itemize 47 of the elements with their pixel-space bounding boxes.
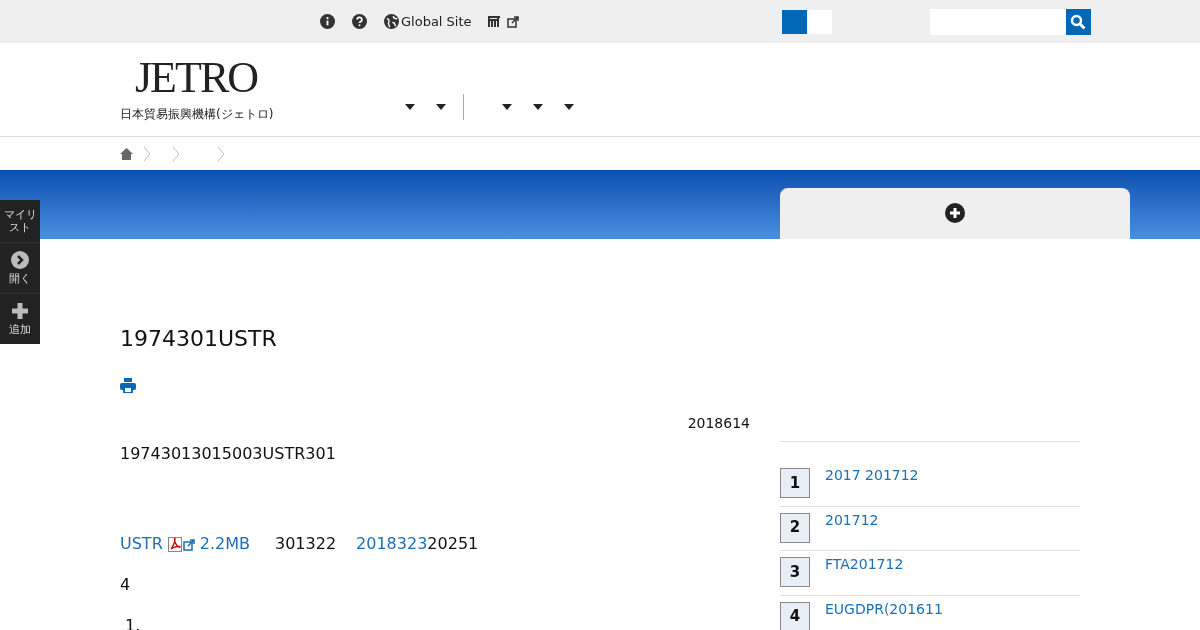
rank-number: 1 (780, 468, 810, 498)
text-link[interactable]: 2.2MB (199, 532, 250, 556)
external-link-icon (506, 15, 519, 28)
chevron-icon (144, 146, 150, 161)
info-icon[interactable] (320, 14, 335, 29)
plus-icon (11, 302, 29, 320)
ranking-link[interactable]: 2017 201712 (825, 465, 919, 486)
caret-icon[interactable] (502, 104, 512, 110)
rank-number: 2 (780, 512, 810, 543)
ranking-link[interactable]: FTA201712 (825, 554, 904, 575)
print-icon[interactable] (120, 378, 136, 393)
caret-icon[interactable] (564, 104, 574, 110)
text-link[interactable]: 2018323 (356, 532, 428, 556)
globe-icon (384, 14, 399, 29)
chevron-circle-icon (11, 251, 29, 269)
article-title: 1974301USTR (120, 325, 278, 353)
search-field[interactable] (929, 8, 1066, 35)
search-button[interactable] (1065, 8, 1091, 35)
body-text: 20251 (427, 533, 479, 555)
external-link-icon (182, 538, 195, 551)
publish-date: 2018614 (687, 414, 750, 433)
rank-number: 4 (780, 601, 810, 630)
help-icon[interactable] (352, 14, 367, 29)
chevron-icon (218, 146, 224, 161)
side-panel-button[interactable]: 追加 (0, 293, 40, 344)
rank-number: 3 (780, 557, 810, 587)
font-size-toggle[interactable] (781, 9, 832, 34)
global-site-link[interactable]: Global Site (401, 11, 472, 32)
logo-subtitle: 日本貿易振興機構(ジェトロ) (120, 106, 275, 123)
ranking-link[interactable]: 201712 (825, 509, 879, 531)
caret-icon[interactable] (405, 104, 415, 110)
chevron-icon (173, 146, 179, 161)
caret-icon[interactable] (533, 104, 543, 110)
body-text: 301322 (275, 533, 337, 555)
lead-paragraph: 19743013015003USTR301 (120, 443, 337, 465)
pdf-icon (167, 536, 182, 552)
ranking-link[interactable]: EUGDPR(201611 (825, 598, 943, 620)
building-icon[interactable] (487, 16, 500, 27)
text-link[interactable]: USTR (120, 532, 163, 556)
logo-wordmark[interactable]: JETRO (135, 56, 382, 100)
side-panel-button[interactable]: マイリスト (0, 200, 40, 242)
caret-icon[interactable] (436, 104, 446, 110)
plus-circle-icon[interactable] (945, 202, 965, 223)
side-panel-button[interactable]: 開く (0, 242, 40, 293)
home-icon[interactable] (120, 147, 133, 160)
count-text: 4 (120, 574, 132, 596)
search-icon (1070, 13, 1087, 30)
